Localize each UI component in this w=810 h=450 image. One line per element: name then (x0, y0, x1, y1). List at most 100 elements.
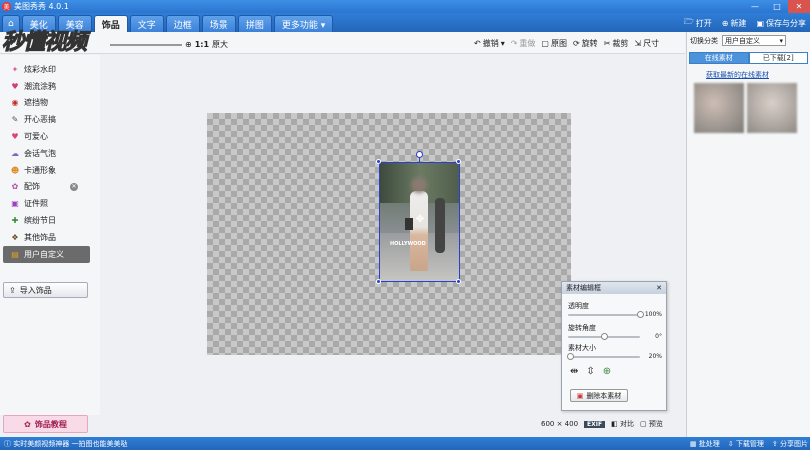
rotation-value: 0° (655, 333, 662, 340)
sidebar-item-icon: ▣ (11, 199, 19, 209)
switch-category-label: 切换分类 (690, 36, 718, 45)
sidebar-item[interactable]: ☁ 会话气泡 (0, 145, 100, 162)
opacity-label: 透明度 (568, 302, 589, 310)
tab-border[interactable]: 边框 (165, 15, 200, 32)
crop-button[interactable]: ✂ 裁剪 (604, 38, 629, 49)
open-button[interactable]: 🗁 打开 (684, 16, 712, 30)
undo-button[interactable]: ↶ 撤销 ▾ (474, 38, 505, 49)
sidebar-item-icon: ♥ (11, 132, 19, 142)
import-accessory-button[interactable]: ⇪ 导入饰品 (3, 282, 88, 298)
batch-button[interactable]: ▦ 批处理 (690, 439, 720, 449)
sidebar-item[interactable]: ◉ 遮挡物 (0, 95, 100, 112)
sidebar-item[interactable]: ▤ 用户自定义 (3, 245, 90, 263)
sidebar-item[interactable]: ✿ 配饰 ✕ (0, 179, 100, 196)
sidebar-item[interactable]: ✚ 缤纷节日 (0, 212, 100, 229)
original-button[interactable]: ▢ 原图 (541, 38, 567, 49)
sidebar-item[interactable]: ✦ 炫彩水印 (0, 61, 100, 78)
download-manager-button[interactable]: ⇩ 下载管理 (728, 439, 764, 449)
preview-icon: ▢ (639, 420, 647, 428)
sidebar-item-label: 炫彩水印 (24, 64, 56, 74)
compare-button[interactable]: ◧ 对比 (611, 419, 634, 429)
sidebar-item-icon: ◉ (11, 98, 19, 108)
editor-title: 素材编辑框 (566, 284, 601, 292)
zoom-ratio[interactable]: 1:1 (195, 40, 209, 49)
sidebar-item-label: 遮挡物 (24, 98, 48, 108)
sidebar-item[interactable]: ❖ 其他饰品 (0, 229, 100, 246)
tab-collage[interactable]: 拼图 (237, 15, 272, 32)
size-slider[interactable] (567, 353, 640, 360)
size-button[interactable]: ⇲ 尺寸 (634, 38, 659, 49)
sidebar-item-label: 配饰 (24, 182, 40, 192)
photo-person (410, 191, 428, 271)
sidebar-item[interactable]: ✎ 开心恶搞 (0, 111, 100, 128)
category-select[interactable]: 用户自定义 ▾ (722, 35, 786, 46)
resize-handle-top-right[interactable] (456, 159, 461, 164)
photo-caption: HOLLYWOOD (390, 241, 426, 247)
opacity-knob[interactable] (636, 311, 644, 318)
title-bar: 美 美图秀秀 4.0.1 — □ ✕ (0, 0, 810, 13)
preview-button[interactable]: ▢ 预览 (640, 419, 663, 429)
close-button[interactable]: ✕ (788, 0, 810, 13)
tab-scene[interactable]: 场景 (201, 15, 236, 32)
new-badge-icon: ✕ (70, 182, 78, 191)
undo-icon: ↶ (474, 39, 481, 48)
save-share-button[interactable]: ▣ 保存与分享 (756, 16, 806, 30)
minimize-button[interactable]: — (744, 0, 766, 13)
tab-downloaded[interactable]: 已下载[2] (748, 52, 808, 64)
zoom-slider[interactable] (110, 44, 182, 46)
rotate-button[interactable]: ⟳ 旋转 (573, 38, 598, 49)
exif-button[interactable]: EXIF (584, 420, 606, 428)
sidebar-item[interactable]: ♥ 潮流涂鸦 (0, 78, 100, 95)
opacity-slider[interactable] (568, 311, 644, 318)
sidebar-item[interactable]: ▣ 证件照 (0, 195, 100, 212)
tutorial-button[interactable]: ✿ 饰品教程 (3, 415, 88, 433)
rotate-handle[interactable] (416, 151, 423, 158)
move-icon[interactable]: ✥ (414, 213, 426, 225)
new-button[interactable]: ⊕ 新建 (722, 16, 747, 30)
sidebar-item[interactable]: ☻ 卡通形象 (0, 162, 100, 179)
material-thumbnail[interactable] (747, 83, 797, 133)
share-button[interactable]: ⇪ 分享图片 (772, 439, 808, 449)
flip-horizontal-icon[interactable]: ⇹ (570, 366, 578, 377)
sidebar-item-label: 开心恶搞 (24, 115, 56, 125)
tab-accessories[interactable]: 饰品 (93, 15, 128, 32)
material-thumbnail[interactable] (694, 83, 744, 133)
original-size-button[interactable]: 原大 (212, 39, 228, 50)
flip-vertical-icon[interactable]: ⇳ (586, 366, 594, 377)
resize-handle-bottom-right[interactable] (456, 279, 461, 284)
rotate-icon: ⟳ (572, 39, 580, 48)
material-editor-panel: 素材编辑框 ✕ 透明度 100% 旋转角度 0° 素材大小 20% ⇹ ⇳ ⊕ … (561, 281, 667, 411)
image-icon: ▢ (541, 39, 549, 48)
copy-icon[interactable]: ⊕ (603, 366, 611, 377)
sidebar-item[interactable]: ♥ 可爱心 (0, 128, 100, 145)
save-icon: ▣ (756, 18, 764, 28)
sidebar-item-icon: ✎ (11, 115, 19, 125)
sidebar-item-icon: ♥ (11, 81, 19, 91)
editor-close-icon[interactable]: ✕ (656, 284, 662, 292)
tab-more-features[interactable]: 更多功能 ▾ (273, 15, 334, 32)
status-tip[interactable]: ⓘ 实时美颜视频神器 一拍图也能美美哒 (4, 439, 127, 449)
photo-person-background (435, 198, 445, 253)
get-online-material-link[interactable]: 获取最新的在线素材 (706, 70, 769, 80)
maximize-button[interactable]: □ (766, 0, 788, 13)
size-knob[interactable] (567, 353, 575, 360)
rotation-knob[interactable] (600, 333, 608, 340)
crop-icon: ✂ (603, 39, 611, 48)
import-icon: ⇪ (9, 285, 16, 295)
opacity-value: 100% (644, 311, 662, 318)
flower-icon: ✿ (24, 419, 31, 429)
delete-material-button[interactable]: ▣ 删除本素材 (570, 389, 628, 402)
resize-handle-bottom-left[interactable] (376, 279, 381, 284)
tab-text[interactable]: 文字 (129, 15, 164, 32)
resize-handle-top-left[interactable] (376, 159, 381, 164)
sidebar-item-label: 可爱心 (24, 132, 48, 142)
app-logo-icon: 美 (2, 2, 11, 11)
tab-online-material[interactable]: 在线素材 (689, 52, 749, 64)
redo-button[interactable]: ↷ 重做 (511, 38, 536, 49)
sidebar-item-icon: ☻ (10, 165, 20, 175)
sidebar-item-icon: ✿ (11, 182, 19, 192)
zoom-icon[interactable]: ⊕ (185, 40, 192, 49)
redo-icon: ↷ (510, 39, 518, 48)
rotation-slider[interactable] (568, 333, 640, 340)
watermark-text: 秒懂视频 (1, 29, 87, 56)
